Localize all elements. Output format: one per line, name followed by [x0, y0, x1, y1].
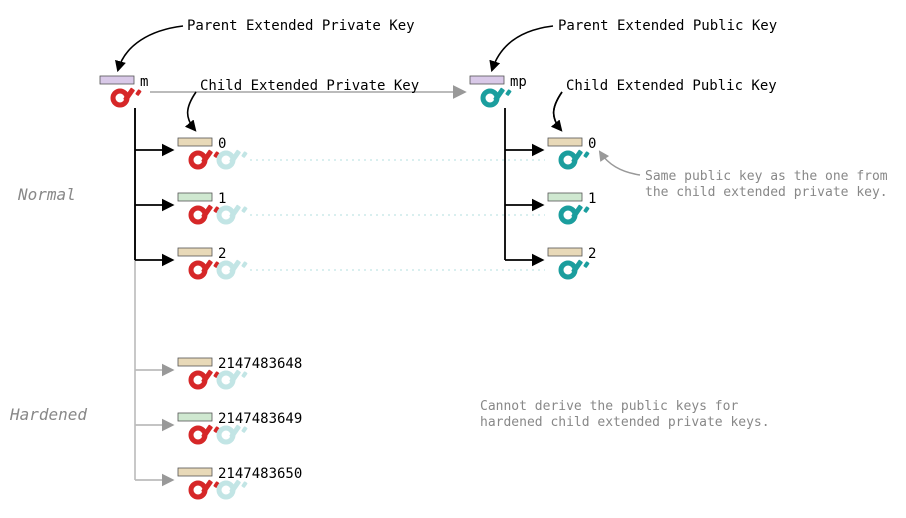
- parent-priv-label: Parent Extended Private Key: [187, 18, 415, 34]
- master-xpub-icon: [470, 76, 512, 105]
- master-xprv-label: m: [140, 74, 148, 90]
- child-xprv-h0-faded-pub-icon: [219, 369, 248, 387]
- child-xprv-h1-idx: 2147483649: [218, 411, 302, 427]
- child-xpub-0: [548, 138, 590, 167]
- child-xprv-h0: [178, 358, 220, 387]
- child-xprv-0-faded-pub-icon: [219, 149, 248, 167]
- note-hardened-l1: Cannot derive the public keys for: [480, 399, 738, 414]
- child-xprv-h2-idx: 2147483650: [218, 466, 302, 482]
- child-xprv-2-idx: 2: [218, 246, 226, 262]
- arrow-child-pub: [554, 92, 562, 130]
- child-xprv-1: [178, 193, 220, 222]
- child-xpub-2: [548, 248, 590, 277]
- child-xprv-2: [178, 248, 220, 277]
- child-xprv-2-faded-pub-icon: [219, 259, 248, 277]
- child-xprv-h1: [178, 413, 220, 442]
- section-normal-label: Normal: [17, 185, 76, 204]
- child-priv-label: Child Extended Private Key: [200, 78, 419, 94]
- arrow-parent-priv: [118, 26, 183, 70]
- child-pub-label: Child Extended Public Key: [566, 78, 777, 94]
- arrow-child-priv: [188, 92, 196, 130]
- note-same-pub-l2: the child extended private key.: [645, 185, 888, 200]
- child-xpub-1-idx: 1: [588, 191, 596, 207]
- child-xpub-2-idx: 2: [588, 246, 596, 262]
- section-hardened-label: Hardened: [9, 405, 87, 424]
- child-xprv-h0-idx: 2147483648: [218, 356, 302, 372]
- note-hardened-l2: hardened child extended private keys.: [480, 415, 770, 430]
- hd-key-derivation-diagram: Parent Extended Private Key Parent Exten…: [0, 0, 906, 518]
- child-xprv-0-idx: 0: [218, 136, 226, 152]
- child-xprv-h2: [178, 468, 220, 497]
- child-xprv-h1-faded-pub-icon: [219, 424, 248, 442]
- note-same-pub-l1: Same public key as the one from: [645, 169, 888, 184]
- child-xpub-0-idx: 0: [588, 136, 596, 152]
- master-xprv-icon: [100, 76, 142, 105]
- child-xprv-0: [178, 138, 220, 167]
- child-xpub-1: [548, 193, 590, 222]
- child-xprv-1-idx: 1: [218, 191, 226, 207]
- parent-pub-label: Parent Extended Public Key: [558, 18, 777, 34]
- note-arrow-same-pub: [600, 152, 640, 175]
- child-xprv-h2-faded-pub-icon: [219, 479, 248, 497]
- arrow-parent-pub: [492, 26, 553, 70]
- child-xprv-1-faded-pub-icon: [219, 204, 248, 222]
- master-xpub-label: mp: [510, 74, 527, 90]
